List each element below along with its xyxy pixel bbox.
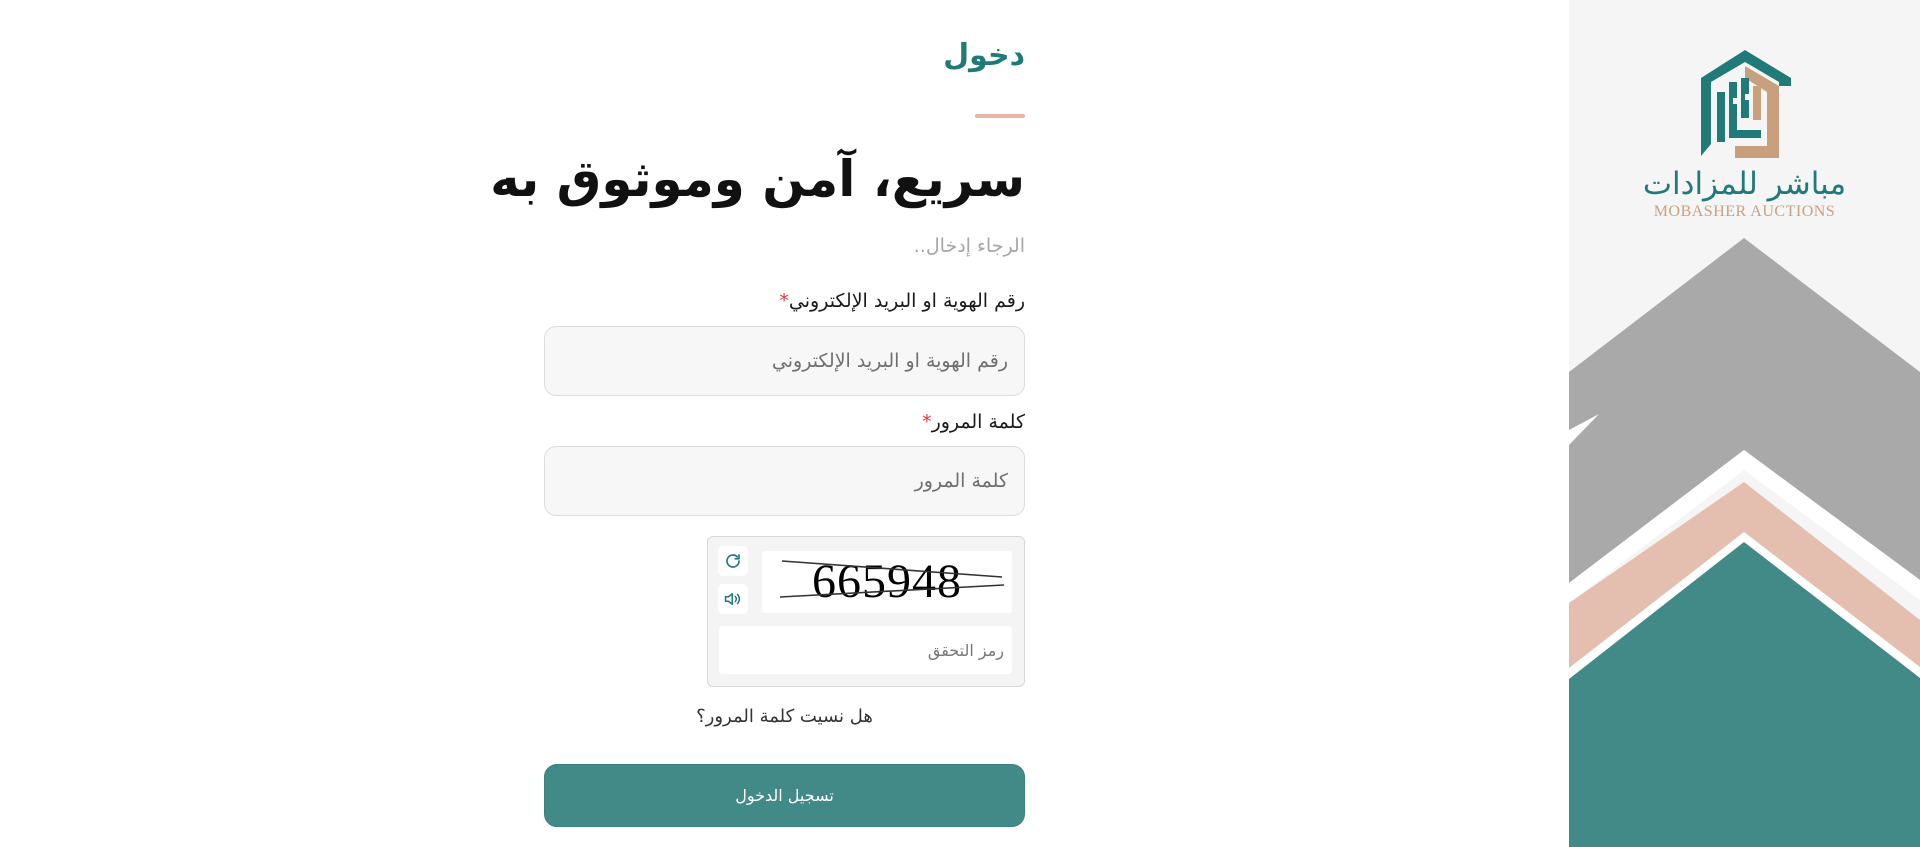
- captcha-audio-button[interactable]: [718, 584, 748, 614]
- required-mark: *: [779, 290, 789, 312]
- identity-input[interactable]: [544, 326, 1025, 396]
- tab-underline: [975, 114, 1025, 118]
- page-headline: سريع، آمن وموثوق به: [490, 150, 1025, 208]
- captcha-widget: 665948: [707, 536, 1025, 687]
- forgot-password-link[interactable]: هل نسيت كلمة المرور؟: [544, 706, 1025, 727]
- password-input[interactable]: [544, 446, 1025, 516]
- identity-label-text: رقم الهوية او البريد الإلكتروني: [788, 290, 1025, 312]
- captcha-strike-lines: [779, 560, 1005, 598]
- brand-logo: مباشر للمزادات MOBASHER AUCTIONS: [1569, 48, 1920, 221]
- password-label: كلمة المرور*: [922, 411, 1025, 433]
- captcha-refresh-button[interactable]: [718, 546, 748, 576]
- speaker-icon: [724, 593, 741, 605]
- brand-panel: مباشر للمزادات MOBASHER AUCTIONS: [1569, 0, 1920, 847]
- brand-name-english: MOBASHER AUCTIONS: [1653, 203, 1836, 220]
- login-tab-title: دخول: [943, 38, 1025, 73]
- captcha-input[interactable]: [719, 626, 1012, 674]
- login-button[interactable]: تسجيل الدخول: [544, 764, 1025, 827]
- brand-name-arabic: مباشر للمزادات: [1642, 166, 1847, 202]
- captcha-image: 665948: [762, 551, 1012, 613]
- password-label-text: كلمة المرور: [931, 411, 1025, 433]
- required-mark: *: [922, 411, 932, 433]
- brand-logo-icon: [1700, 50, 1791, 158]
- refresh-icon: [726, 554, 740, 568]
- identity-label: رقم الهوية او البريد الإلكتروني*: [779, 290, 1025, 312]
- page-subtitle: الرجاء إدخال..: [913, 235, 1025, 257]
